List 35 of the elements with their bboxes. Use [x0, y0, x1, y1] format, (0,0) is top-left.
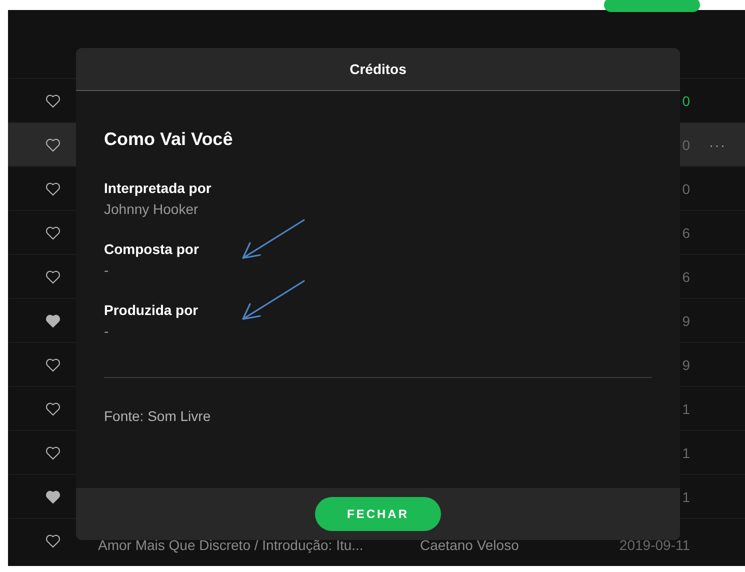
- heart-icon[interactable]: [45, 488, 61, 504]
- date-text: 1: [681, 488, 690, 504]
- credit-label: Interpretada por: [104, 180, 212, 196]
- credit-value: -: [104, 262, 110, 278]
- heart-icon[interactable]: [45, 136, 61, 152]
- dialog-title: Créditos: [350, 61, 406, 77]
- heart-icon[interactable]: [45, 444, 61, 460]
- date-text: 1: [681, 444, 690, 460]
- date-text: 9: [681, 312, 690, 328]
- date-text: 0: [681, 180, 690, 196]
- credit-label: Composta por: [104, 241, 200, 257]
- date-text: 6: [681, 268, 690, 284]
- credit-value: -: [104, 323, 110, 339]
- song-title: Como Vai Você: [104, 129, 234, 150]
- more-button[interactable]: ···: [709, 136, 726, 152]
- date-text: 6: [681, 224, 690, 240]
- credit-label: Produzida por: [104, 302, 200, 318]
- heart-icon[interactable]: [45, 356, 61, 372]
- heart-icon[interactable]: [45, 312, 61, 328]
- heart-icon[interactable]: [45, 400, 61, 416]
- heart-icon[interactable]: [45, 224, 61, 240]
- track-title: Amor Mais Que Discreto / Introdução: Itu...: [98, 536, 364, 552]
- track-artist: Caetano Veloso: [420, 536, 519, 552]
- source-text: Fonte: Som Livre: [104, 408, 212, 424]
- date-text: 9: [681, 356, 690, 372]
- heart-icon[interactable]: [45, 180, 61, 196]
- credit-value: Johnny Hooker: [104, 201, 200, 217]
- close-button[interactable]: FECHAR: [315, 497, 441, 531]
- date-text: 0: [681, 92, 690, 108]
- date-text: 0: [681, 136, 690, 152]
- date-text: 1: [681, 400, 690, 416]
- heart-icon[interactable]: [45, 92, 61, 108]
- date-text: 2019-09-11: [618, 536, 690, 552]
- heart-icon[interactable]: [45, 268, 61, 284]
- heart-icon[interactable]: [45, 532, 61, 548]
